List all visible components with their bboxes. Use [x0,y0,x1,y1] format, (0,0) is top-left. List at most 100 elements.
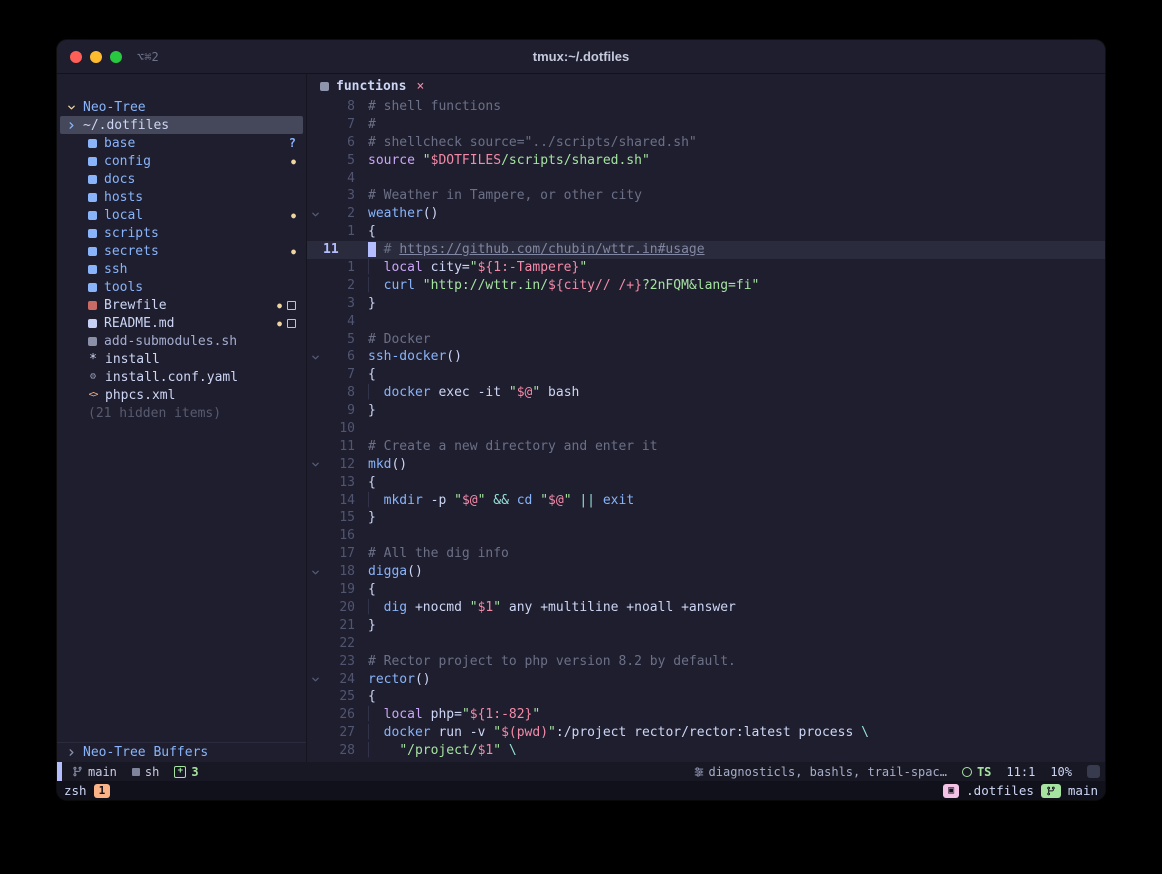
code-line[interactable]: 14▏ mkdir -p "$@" && cd "$@" || exit [307,492,1105,510]
fold-open-icon[interactable] [307,563,323,581]
filetype-label: sh [145,765,159,779]
code-line[interactable]: 7{ [307,366,1105,384]
code-text: ▏ docker exec -it "$@" bash [368,384,579,402]
titlebar[interactable]: ⌥⌘2 tmux:~/.dotfiles [57,40,1105,74]
code-line[interactable]: 5# Docker [307,331,1105,349]
line-number: 6 [323,348,355,366]
code-line[interactable]: 12mkd() [307,456,1105,474]
fold-column [307,116,323,134]
code-text: ▏ local city="${1:-Tampere}" [368,259,587,277]
code-line[interactable]: 2weather() [307,205,1105,223]
tree-item-secrets[interactable]: secrets● [57,242,306,260]
fold-column [307,259,323,277]
session-icon: ▣ [943,784,959,798]
code-text: } [368,509,376,527]
folder-icon [88,139,97,148]
code-line[interactable]: 5source "$DOTFILES/scripts/shared.sh" [307,152,1105,170]
tree-item-add-submodules.sh[interactable]: add-submodules.sh [57,332,306,350]
tab-functions[interactable]: functions × [320,79,424,94]
tree-item-label: Brewfile [104,298,167,313]
code-text: ▏ curl "http://wttr.in/${city// /+}?2nFQ… [368,277,759,295]
code-line[interactable]: 24rector() [307,671,1105,689]
tree-item-local[interactable]: local● [57,206,306,224]
code-line[interactable]: 6ssh-docker() [307,348,1105,366]
tree-item-install.conf.yaml[interactable]: ⚙install.conf.yaml [57,368,306,386]
close-window-button[interactable] [70,51,82,63]
tmux-window-index-badge[interactable]: 1 [94,784,111,798]
code-text: } [368,402,376,420]
code-text: { [368,581,376,599]
fold-column [307,474,323,492]
fold-open-icon[interactable] [307,205,323,223]
code-line[interactable]: 4 [307,313,1105,331]
code-line[interactable]: 17# All the dig info [307,545,1105,563]
code-line[interactable]: 11 # https://github.com/chubin/wttr.in#u… [307,241,1105,259]
neotree-buffers-header[interactable]: Neo-Tree Buffers [57,742,306,762]
code-line[interactable]: 2▏ curl "http://wttr.in/${city// /+}?2nF… [307,277,1105,295]
code-line[interactable]: 1▏ local city="${1:-Tampere}" [307,259,1105,277]
code-text: # Rector project to php version 8.2 by d… [368,653,736,671]
code-line[interactable]: 21} [307,617,1105,635]
folder-icon [88,157,97,166]
code-line[interactable]: 10 [307,420,1105,438]
code-line[interactable]: 25{ [307,688,1105,706]
neotree-header[interactable]: Neo-Tree [57,98,306,116]
code-text: # shellcheck source="../scripts/shared.s… [368,134,697,152]
code-line[interactable]: 16 [307,527,1105,545]
tree-item-config[interactable]: config● [57,152,306,170]
tmux-window-name[interactable]: zsh [64,783,87,798]
fold-column [307,742,323,760]
fold-column [307,653,323,671]
tree-item-Brewfile[interactable]: Brewfile● [57,296,306,314]
code-line[interactable]: 8# shell functions [307,98,1105,116]
code-line[interactable]: 22 [307,635,1105,653]
fold-open-icon[interactable] [307,456,323,474]
code-text: # shell functions [368,98,501,116]
code-line[interactable]: 6# shellcheck source="../scripts/shared.… [307,134,1105,152]
tree-item-scripts[interactable]: scripts [57,224,306,242]
tree-item-phpcs.xml[interactable]: <>phpcs.xml [57,386,306,404]
fold-column [307,527,323,545]
zoom-window-button[interactable] [110,51,122,63]
tree-item-ssh[interactable]: ssh [57,260,306,278]
fold-open-icon[interactable] [307,671,323,689]
code-line[interactable]: 23# Rector project to php version 8.2 by… [307,653,1105,671]
fold-open-icon[interactable] [307,348,323,366]
code-line[interactable]: 18digga() [307,563,1105,581]
tree-item-install[interactable]: *install [57,350,306,368]
tree-item-tools[interactable]: tools [57,278,306,296]
code-text: # All the dig info [368,545,509,563]
folder-icon [88,193,97,202]
fold-column [307,241,323,259]
tree-item-base[interactable]: base? [57,134,306,152]
minimize-window-button[interactable] [90,51,102,63]
code-line[interactable]: 1{ [307,223,1105,241]
tree-item-README.md[interactable]: README.md● [57,314,306,332]
code-line[interactable]: 3# Weather in Tampere, or other city [307,187,1105,205]
code-line[interactable]: 8▏ docker exec -it "$@" bash [307,384,1105,402]
line-number: 1 [323,223,355,241]
code-line[interactable]: 11# Create a new directory and enter it [307,438,1105,456]
code-line[interactable]: 28▏ "/project/$1" \ [307,742,1105,760]
code-line[interactable]: 7# [307,116,1105,134]
tree-item-label: scripts [104,226,159,241]
tab-close-icon[interactable]: × [416,79,424,94]
code-line[interactable]: 15} [307,509,1105,527]
tree-item-docs[interactable]: docs [57,170,306,188]
code-line[interactable]: 9} [307,402,1105,420]
code-text: } [368,295,376,313]
tree-item-hosts[interactable]: hosts [57,188,306,206]
code-line[interactable]: 3} [307,295,1105,313]
code-line[interactable]: 20▏ dig +nocmd "$1" any +multiline +noal… [307,599,1105,617]
git-status-badges: ● [291,157,296,166]
tree-root[interactable]: ~/.dotfiles [60,116,303,134]
code-line[interactable]: 27▏ docker run -v "$(pwd)":/project rect… [307,724,1105,742]
code-line[interactable]: 13{ [307,474,1105,492]
fold-column [307,617,323,635]
code-line[interactable]: 4 [307,170,1105,188]
code-line[interactable]: 26▏ local php="${1:-82}" [307,706,1105,724]
code-line[interactable]: 19{ [307,581,1105,599]
code-buffer[interactable]: 8# shell functions7#6# shellcheck source… [307,98,1105,762]
line-number: 5 [323,331,355,349]
xml-file-icon: <> [88,391,98,400]
